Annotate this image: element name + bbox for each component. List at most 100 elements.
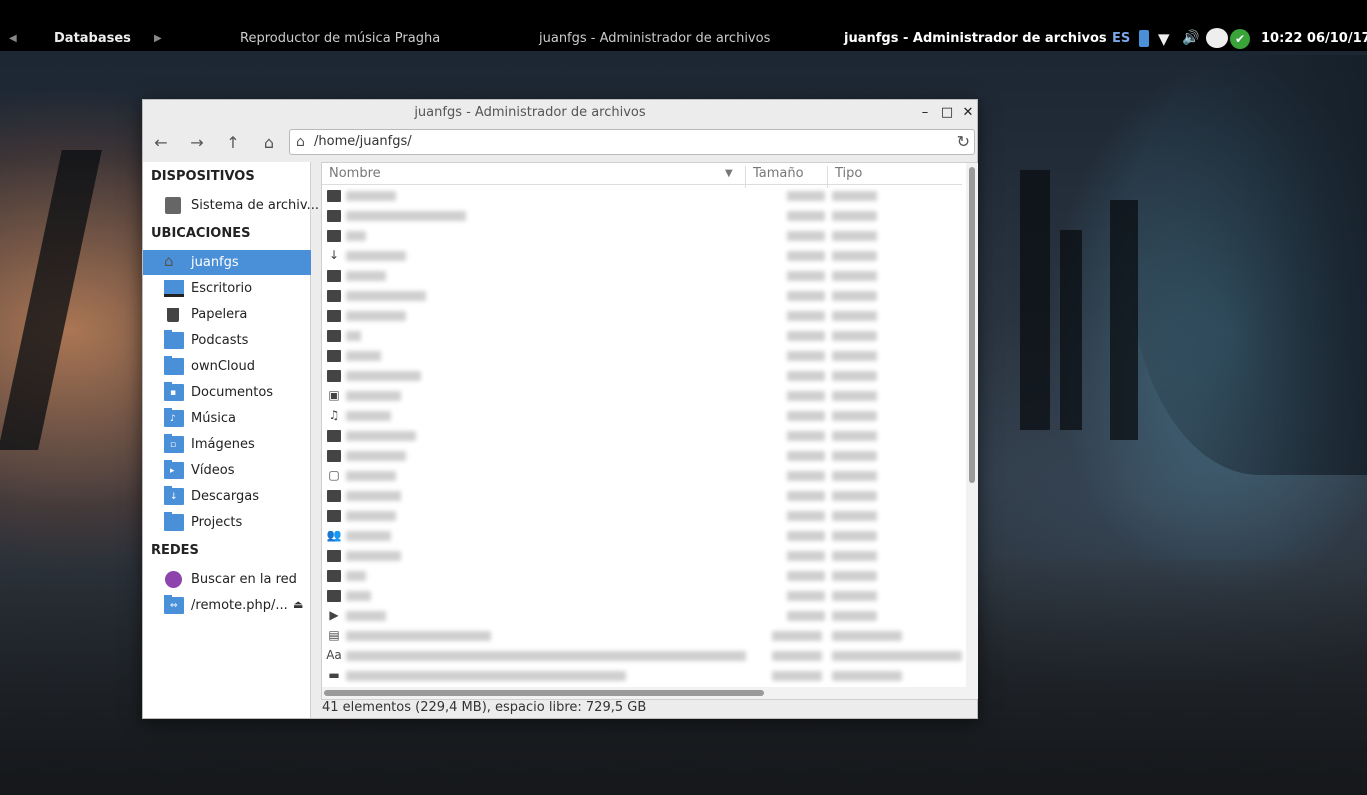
sidebar-item-owncloud[interactable]: ownCloud bbox=[143, 354, 311, 379]
table-row[interactable] bbox=[322, 506, 962, 526]
file-type-blurred bbox=[832, 431, 877, 441]
home-button[interactable]: ⌂ bbox=[254, 130, 284, 156]
sort-descending-icon[interactable]: ▼ bbox=[725, 168, 733, 179]
file-name-blurred bbox=[346, 631, 491, 641]
reload-button[interactable]: ↻ bbox=[957, 132, 970, 151]
back-button[interactable]: ← bbox=[146, 130, 176, 156]
file-name-blurred bbox=[346, 651, 746, 661]
clock[interactable]: 10:22 06/10/17 bbox=[1261, 31, 1367, 46]
wifi-icon[interactable]: ▼ bbox=[1158, 30, 1170, 48]
up-button[interactable]: ↑ bbox=[218, 130, 248, 156]
taskbar-item-file-manager-active[interactable]: juanfgs - Administrador de archivos bbox=[844, 31, 1107, 46]
file-size-blurred bbox=[787, 191, 825, 201]
sidebar-item-label: Sistema de archiv... bbox=[191, 198, 319, 213]
updates-check-icon[interactable]: ✔ bbox=[1230, 29, 1250, 49]
eject-icon[interactable]: ⏏ bbox=[293, 598, 303, 611]
column-name[interactable]: Nombre bbox=[329, 166, 381, 181]
table-row[interactable] bbox=[322, 186, 962, 206]
table-row[interactable] bbox=[322, 346, 962, 366]
vertical-scrollbar-thumb[interactable] bbox=[969, 167, 975, 483]
table-row[interactable]: ▤ bbox=[322, 626, 962, 646]
table-row[interactable] bbox=[322, 446, 962, 466]
sidebar-item-desktop[interactable]: Escritorio bbox=[143, 276, 311, 301]
sidebar-item-projects[interactable]: Projects bbox=[143, 510, 311, 535]
panel-right-arrow-icon[interactable]: ▶ bbox=[154, 33, 162, 44]
file-name-blurred bbox=[346, 591, 371, 601]
taskbar-item-pragha[interactable]: Reproductor de música Pragha bbox=[240, 31, 440, 46]
table-row[interactable] bbox=[322, 306, 962, 326]
table-row[interactable] bbox=[322, 286, 962, 306]
table-row[interactable] bbox=[322, 326, 962, 346]
table-row[interactable]: Aa bbox=[322, 646, 962, 666]
location-bar[interactable]: ⌂ /home/juanfgs/ ↻ bbox=[289, 129, 975, 155]
sidebar-item-trash[interactable]: Papelera bbox=[143, 302, 311, 327]
documents-folder-icon: ▪ bbox=[164, 382, 184, 401]
top-panel: ◀ Databases ▶ Reproductor de música Prag… bbox=[0, 0, 1367, 51]
table-row[interactable]: ▬ bbox=[322, 666, 962, 686]
table-row[interactable]: ▶ bbox=[322, 606, 962, 626]
battery-icon[interactable] bbox=[1139, 30, 1149, 47]
file-type-blurred bbox=[832, 611, 877, 621]
sidebar-item-downloads[interactable]: ↓ Descargas bbox=[143, 484, 311, 509]
table-row[interactable]: ▣ bbox=[322, 386, 962, 406]
sidebar-item-label: Podcasts bbox=[191, 333, 249, 348]
table-row[interactable] bbox=[322, 366, 962, 386]
cloud-sync-icon[interactable] bbox=[1206, 28, 1228, 48]
vertical-scrollbar[interactable] bbox=[966, 163, 978, 699]
minimize-button[interactable]: – bbox=[916, 104, 934, 122]
file-name-blurred bbox=[346, 391, 401, 401]
table-row[interactable] bbox=[322, 266, 962, 286]
sidebar-item-label: Documentos bbox=[191, 385, 274, 400]
sidebar-item-browse-network[interactable]: Buscar en la red bbox=[143, 567, 311, 592]
column-separator[interactable] bbox=[827, 166, 828, 188]
close-button[interactable]: ✕ bbox=[959, 104, 977, 122]
maximize-button[interactable]: □ bbox=[938, 104, 956, 122]
file-size-blurred bbox=[787, 471, 825, 481]
file-size-blurred bbox=[787, 311, 825, 321]
panel-left-arrow-icon[interactable]: ◀ bbox=[9, 33, 17, 44]
file-type-blurred bbox=[832, 391, 877, 401]
sidebar-item-filesystem[interactable]: Sistema de archiv... bbox=[143, 193, 319, 218]
column-type[interactable]: Tipo bbox=[835, 166, 862, 181]
file-name-blurred bbox=[346, 551, 401, 561]
location-path[interactable]: /home/juanfgs/ bbox=[314, 134, 412, 149]
column-size[interactable]: Tamaño bbox=[753, 166, 804, 181]
file-name-blurred bbox=[346, 611, 386, 621]
sidebar-item-music[interactable]: ♪ Música bbox=[143, 406, 311, 431]
sidebar-item-podcasts[interactable]: Podcasts bbox=[143, 328, 311, 353]
file-name-blurred bbox=[346, 511, 396, 521]
table-row[interactable] bbox=[322, 226, 962, 246]
sidebar-item-remote-share[interactable]: ⇔ /remote.php/... ⏏ bbox=[143, 593, 311, 618]
table-row[interactable] bbox=[322, 586, 962, 606]
drive-icon bbox=[165, 197, 181, 214]
horizontal-scrollbar-thumb[interactable] bbox=[324, 690, 764, 696]
forward-button[interactable]: → bbox=[182, 130, 212, 156]
table-row[interactable]: ↓ bbox=[322, 246, 962, 266]
volume-icon[interactable]: 🔊 bbox=[1182, 30, 1199, 46]
keyboard-layout-indicator[interactable]: ES bbox=[1112, 31, 1130, 46]
sidebar-item-home[interactable]: ⌂ juanfgs bbox=[143, 250, 311, 275]
databases-menu[interactable]: Databases bbox=[54, 31, 131, 46]
titlebar[interactable]: juanfgs - Administrador de archivos – □ … bbox=[143, 100, 977, 126]
sidebar-item-documents[interactable]: ▪ Documentos bbox=[143, 380, 311, 405]
horizontal-scrollbar[interactable] bbox=[322, 687, 966, 699]
table-row[interactable]: ♫ bbox=[322, 406, 962, 426]
file-type-blurred bbox=[832, 211, 877, 221]
table-row[interactable]: ▢ bbox=[322, 466, 962, 486]
folder-icon bbox=[327, 190, 341, 202]
file-list[interactable]: Nombre ▼ Tamaño Tipo ↓ ▣ ♫ ▢ 👥 ▶ ▤ Aa ▬ bbox=[321, 162, 978, 700]
sidebar-item-pictures[interactable]: ▫ Imágenes bbox=[143, 432, 311, 457]
column-separator[interactable] bbox=[745, 166, 746, 188]
table-row[interactable] bbox=[322, 486, 962, 506]
table-row[interactable] bbox=[322, 546, 962, 566]
file-size-blurred bbox=[787, 491, 825, 501]
file-name-blurred bbox=[346, 231, 366, 241]
table-row[interactable] bbox=[322, 426, 962, 446]
table-row[interactable] bbox=[322, 566, 962, 586]
folder-icon bbox=[327, 430, 341, 442]
taskbar-item-file-manager[interactable]: juanfgs - Administrador de archivos bbox=[539, 31, 770, 46]
home-icon: ⌂ bbox=[164, 252, 174, 270]
table-row[interactable]: 👥 bbox=[322, 526, 962, 546]
sidebar-item-videos[interactable]: ▸ Vídeos bbox=[143, 458, 311, 483]
table-row[interactable] bbox=[322, 206, 962, 226]
